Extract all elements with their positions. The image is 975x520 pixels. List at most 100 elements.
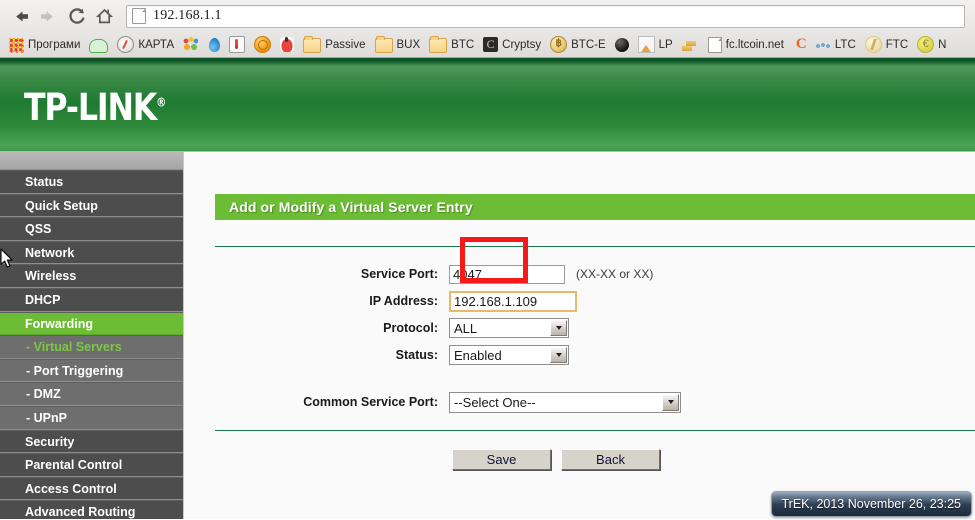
forward-button[interactable] (34, 3, 62, 29)
sidebar-item-advanced-routing[interactable]: Advanced Routing (0, 500, 183, 519)
sidebar-item-label: Wireless (25, 269, 77, 284)
service-port-label: Service Port: (360, 267, 438, 281)
tplink-logo: TP-LINK® (24, 86, 166, 129)
bookmarks-bar: Програми КАРТА Passive BUX BTC C Cryptsy… (0, 32, 975, 57)
bookmark-passive[interactable]: Passive (299, 34, 369, 55)
sidebar-item-network[interactable]: Network (0, 240, 183, 265)
bookmark-ftc[interactable]: FTC (861, 34, 912, 55)
sidebar-item-wireless[interactable]: Wireless (0, 264, 183, 288)
watermark-text: TrEK, 2013 November 26, 23:25 (781, 497, 962, 511)
back-button-form[interactable]: Back (561, 449, 660, 470)
apps-grid-icon (8, 36, 24, 53)
divider-bottom (215, 430, 975, 431)
save-button[interactable]: Save (452, 449, 551, 470)
sidebar-item-label: Advanced Routing (25, 505, 136, 519)
sidebar-item-label: - Port Triggering (26, 363, 124, 378)
sidebar-item-status[interactable]: Status (0, 170, 183, 194)
bookmark-drop[interactable] (203, 34, 224, 55)
orange-c-icon: C (795, 36, 807, 52)
sidebar-item-quick-setup[interactable]: Quick Setup (0, 193, 183, 218)
bookmark-cloud[interactable] (85, 34, 112, 55)
router-page-body: Status Quick Setup QSS Network Wireless … (0, 152, 975, 519)
bookmark-btce[interactable]: ฿ BTC-E (546, 34, 610, 55)
cryptsy-icon: C (483, 37, 499, 52)
sidebar-item-virtual-servers[interactable]: - Virtual Servers (0, 335, 183, 359)
chevron-down-icon (662, 393, 679, 411)
bookmark-lp[interactable]: LP (634, 34, 677, 55)
sidebar-item-label: Network (25, 245, 75, 260)
sidebar-item-parental-control[interactable]: Parental Control (0, 453, 183, 477)
bookmark-thermo[interactable] (225, 34, 249, 55)
protocol-label: Protocol: (383, 321, 438, 335)
ip-address-input[interactable] (449, 290, 577, 312)
btce-coin-icon: ฿ (550, 36, 568, 53)
tplink-logo-text: TP-LINK (24, 86, 157, 129)
bookmark-coins[interactable] (678, 34, 701, 55)
form-row-ip-address: IP Address: (184, 288, 975, 314)
bookmark-btc[interactable]: BTC (425, 34, 478, 55)
bookmark-label: Cryptsy (502, 38, 542, 51)
black-sphere-icon (614, 37, 629, 52)
common-service-port-label: Common Service Port: (303, 395, 438, 409)
status-label: Status: (395, 348, 438, 362)
sidebar-item-dmz[interactable]: - DMZ (0, 382, 183, 406)
address-bar[interactable]: 192.168.1.1 (126, 4, 965, 28)
green-coin-icon: € (917, 36, 935, 53)
form-row-protocol: Protocol: ALL (184, 315, 975, 341)
bookmark-label: BUX (396, 38, 421, 51)
bookmark-green-coin[interactable]: € N (913, 34, 950, 55)
sidebar-item-label: Quick Setup (25, 198, 98, 213)
address-bar-url: 192.168.1.1 (153, 8, 222, 23)
status-select[interactable]: Enabled (449, 345, 569, 365)
common-service-port-selected-value: --Select One-- (454, 394, 536, 410)
sidebar-item-label: Forwarding (25, 316, 94, 331)
bookmark-ltc[interactable]: LTC (811, 34, 860, 55)
service-port-input[interactable] (449, 264, 565, 284)
protocol-select[interactable]: ALL (449, 318, 569, 338)
sidebar-item-upnp[interactable]: - UPnP (0, 405, 183, 430)
sidebar-item-label: Security (25, 434, 75, 449)
sidebar-top-strip (0, 152, 183, 170)
bookmark-sphere[interactable] (611, 34, 633, 55)
bookmark-apps[interactable]: Програми (4, 34, 84, 55)
sidebar-item-security[interactable]: Security (0, 429, 183, 454)
chevron-down-icon (550, 347, 567, 363)
sidebar-item-qss[interactable]: QSS (0, 217, 183, 241)
sidebar-item-label: Status (25, 175, 64, 189)
bookmark-bux[interactable]: BUX (371, 34, 425, 55)
main-content-panel: Add or Modify a Virtual Server Entry Ser… (184, 152, 975, 519)
litecoin-dots-icon (814, 41, 831, 51)
sidebar-item-port-triggering[interactable]: - Port Triggering (0, 358, 183, 383)
bookmark-orange-c[interactable]: C (789, 34, 810, 55)
back-button[interactable] (6, 3, 34, 29)
compass-icon (117, 36, 135, 53)
status-selected-value: Enabled (454, 347, 502, 363)
sidebar-item-label: - DMZ (26, 387, 61, 402)
water-drop-icon (209, 38, 221, 52)
sidebar-item-dhcp[interactable]: DHCP (0, 287, 183, 312)
sidebar-item-label: - Virtual Servers (26, 340, 122, 355)
bookmark-bug[interactable] (276, 34, 298, 55)
folder-icon (374, 36, 393, 53)
home-button[interactable] (90, 3, 118, 29)
bookmark-ltcoin[interactable]: fc.ltcoin.net (702, 34, 788, 55)
bookmark-cryptsy[interactable]: C Cryptsy (479, 34, 545, 55)
bookmark-karta[interactable]: КАРТА (113, 34, 178, 55)
gold-coins-icon (681, 39, 697, 52)
form-row-common-service-port: Common Service Port: --Select One-- (184, 389, 975, 415)
bookmark-label: N (938, 38, 947, 51)
bookmark-paw[interactable] (179, 34, 202, 55)
page-icon (707, 36, 722, 53)
reload-button[interactable] (62, 3, 90, 29)
bookmark-label: BTC (451, 38, 475, 51)
common-service-port-select[interactable]: --Select One-- (449, 391, 681, 413)
content-title-bar: Add or Modify a Virtual Server Entry (215, 194, 975, 220)
sidebar-item-forwarding[interactable]: Forwarding (0, 311, 183, 336)
paw-colors-icon (183, 37, 199, 52)
watermark-badge: TrEK, 2013 November 26, 23:25 (770, 491, 972, 517)
bookmark-orange-coin[interactable] (250, 34, 275, 55)
service-port-hint: (XX-XX or XX) (576, 267, 654, 281)
bookmark-label: fc.ltcoin.net (725, 38, 784, 51)
protocol-selected-value: ALL (454, 320, 478, 336)
sidebar-item-access-control[interactable]: Access Control (0, 476, 183, 501)
